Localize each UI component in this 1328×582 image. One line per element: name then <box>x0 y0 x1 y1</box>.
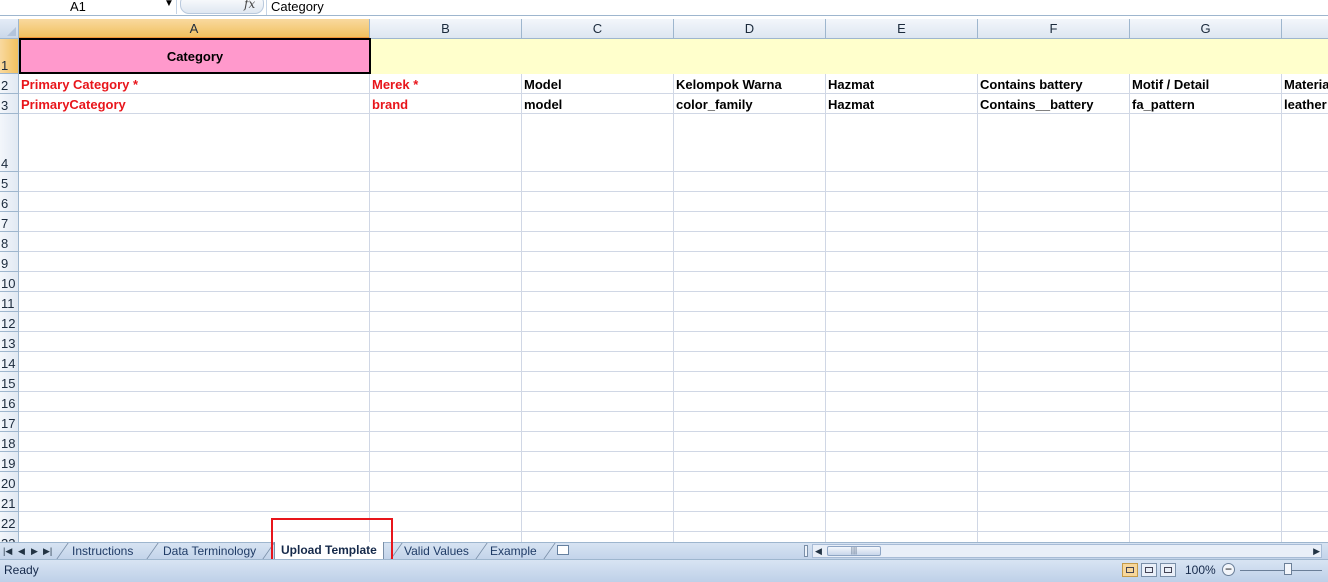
cell-b2[interactable]: Merek * <box>370 74 522 94</box>
cell-h2[interactable]: Material <box>1282 74 1328 94</box>
cell-a2[interactable]: Primary Category * <box>19 74 370 94</box>
cell-f3[interactable]: Contains__battery <box>978 94 1130 114</box>
column-header-a[interactable]: A <box>19 19 370 39</box>
column-header-h[interactable]: H <box>1282 19 1328 39</box>
cell-a1-category-header[interactable]: Category <box>19 38 371 74</box>
insert-function-icon[interactable]: fx <box>244 0 255 11</box>
row-header[interactable]: 8 <box>0 232 19 252</box>
tab-data-terminology[interactable]: Data Terminology <box>157 543 262 559</box>
formula-text: Category <box>271 0 324 14</box>
cell-g2[interactable]: Motif / Detail <box>1130 74 1282 94</box>
cell-f2[interactable]: Contains battery <box>978 74 1130 94</box>
row-header[interactable]: 4 <box>0 114 19 172</box>
cell-a3[interactable]: PrimaryCategory <box>19 94 370 114</box>
last-sheet-icon[interactable]: ▶| <box>43 543 52 559</box>
cell-h3[interactable]: leather <box>1282 94 1328 114</box>
row-header[interactable]: 12 <box>0 312 19 332</box>
cell-c3[interactable]: model <box>522 94 674 114</box>
previous-sheet-icon[interactable]: ◀ <box>18 543 25 559</box>
row-header[interactable]: 5 <box>0 172 19 192</box>
zoom-slider-thumb[interactable] <box>1284 563 1292 575</box>
row-header[interactable]: 11 <box>0 292 19 312</box>
horizontal-scrollbar[interactable]: ◀ ||| ▶ <box>812 544 1322 558</box>
scrollbar-thumb[interactable]: ||| <box>827 546 881 556</box>
column-header-d[interactable]: D <box>674 19 826 39</box>
row-header[interactable]: 22 <box>0 512 19 532</box>
worksheet-grid: A B C D E F G H 1 2 3 4 5 6 7 8 9 10 11 … <box>0 19 1328 542</box>
row-header[interactable]: 19 <box>0 452 19 472</box>
tab-example[interactable]: Example <box>484 543 543 559</box>
row-1-merged-fill[interactable] <box>371 39 1328 74</box>
page-break-preview-icon[interactable] <box>1160 563 1176 577</box>
row-header[interactable]: 10 <box>0 272 19 292</box>
status-bar: Ready 100% − <box>0 559 1328 582</box>
empty-cell-gridlines[interactable] <box>19 114 1328 542</box>
zoom-slider-track[interactable] <box>1240 570 1322 571</box>
formula-input[interactable]: Category <box>266 0 1328 15</box>
row-header[interactable]: 20 <box>0 472 19 492</box>
cell-c2[interactable]: Model <box>522 74 674 94</box>
row-header[interactable]: 7 <box>0 212 19 232</box>
row-header[interactable]: 6 <box>0 192 19 212</box>
row-header[interactable]: 2 <box>0 74 19 94</box>
cell-g3[interactable]: fa_pattern <box>1130 94 1282 114</box>
insert-worksheet-icon[interactable] <box>557 545 569 555</box>
select-all-button[interactable] <box>0 19 19 39</box>
column-header-c[interactable]: C <box>522 19 674 39</box>
page-layout-view-icon[interactable] <box>1141 563 1157 577</box>
row-header[interactable]: 13 <box>0 332 19 352</box>
column-header-b[interactable]: B <box>370 19 522 39</box>
row-header[interactable]: 17 <box>0 412 19 432</box>
normal-view-icon[interactable] <box>1122 563 1138 577</box>
name-box[interactable]: A1 ▼ <box>0 0 177 14</box>
column-header-e[interactable]: E <box>826 19 978 39</box>
row-header[interactable]: 21 <box>0 492 19 512</box>
dropdown-arrow-icon[interactable]: ▼ <box>164 0 174 9</box>
column-header-f[interactable]: F <box>978 19 1130 39</box>
next-sheet-icon[interactable]: ▶ <box>31 543 38 559</box>
tab-split-handle[interactable] <box>804 545 808 557</box>
cell-e2[interactable]: Hazmat <box>826 74 978 94</box>
tab-instructions[interactable]: Instructions <box>66 543 139 559</box>
tab-upload-template[interactable]: Upload Template <box>274 542 384 560</box>
cell-d3[interactable]: color_family <box>674 94 826 114</box>
zoom-level[interactable]: 100% <box>1185 563 1216 577</box>
cell-d2[interactable]: Kelompok Warna <box>674 74 826 94</box>
row-header[interactable]: 23 <box>0 532 19 542</box>
first-sheet-icon[interactable]: |◀ <box>3 543 12 559</box>
row-header[interactable]: 1 <box>0 39 19 74</box>
row-header[interactable]: 9 <box>0 252 19 272</box>
scroll-right-icon[interactable]: ▶ <box>1313 545 1320 557</box>
cell-b3[interactable]: brand <box>370 94 522 114</box>
scroll-left-icon[interactable]: ◀ <box>815 545 822 557</box>
row-header[interactable]: 14 <box>0 352 19 372</box>
name-box-value: A1 <box>70 0 86 14</box>
sheet-tabs-bar: |◀ ◀ ▶ ▶| Instructions Data Terminology … <box>0 542 1328 560</box>
zoom-out-icon[interactable]: − <box>1222 563 1235 576</box>
row-header[interactable]: 16 <box>0 392 19 412</box>
formula-bar: A1 ▼ fx Category <box>0 0 1328 16</box>
row-header[interactable]: 3 <box>0 94 19 114</box>
cell-e3[interactable]: Hazmat <box>826 94 978 114</box>
column-header-g[interactable]: G <box>1130 19 1282 39</box>
tab-valid-values[interactable]: Valid Values <box>398 543 475 559</box>
row-header[interactable]: 15 <box>0 372 19 392</box>
row-header[interactable]: 18 <box>0 432 19 452</box>
status-text: Ready <box>4 563 39 577</box>
